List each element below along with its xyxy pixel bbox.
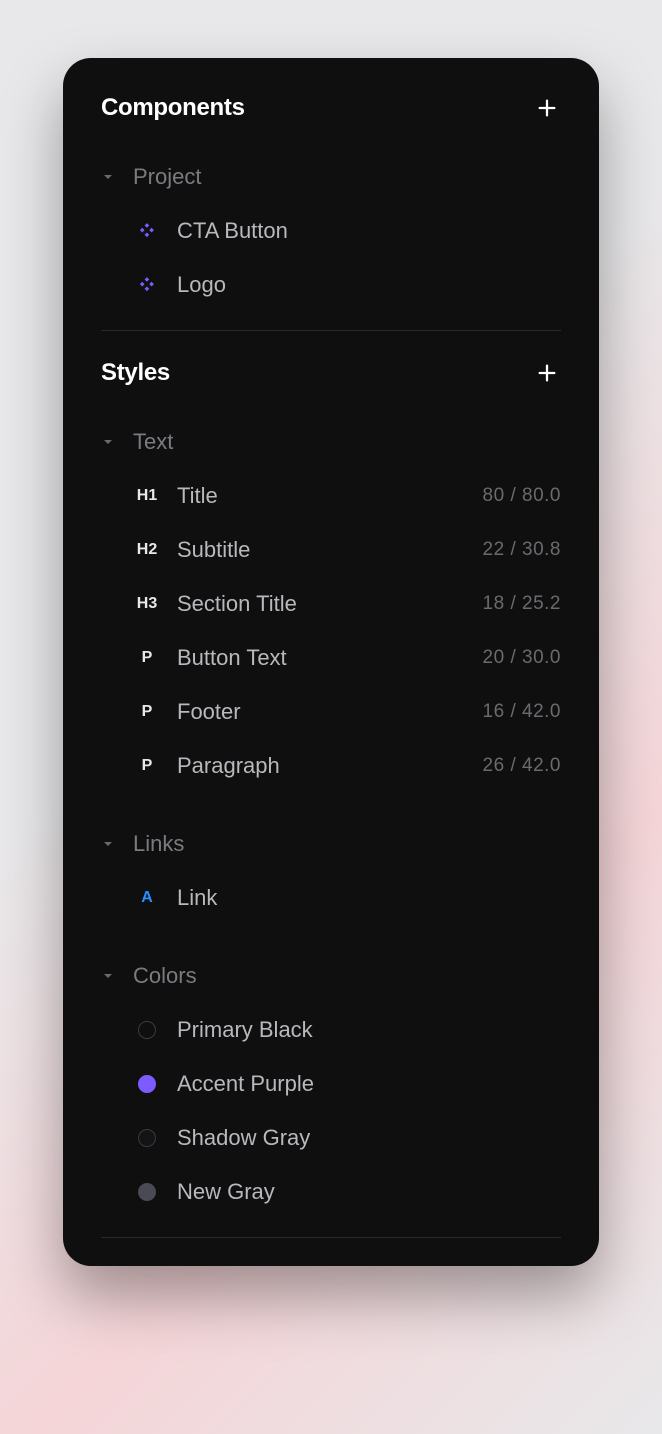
component-item-cta-button[interactable]: CTA Button <box>63 204 599 258</box>
component-group-project[interactable]: Project <box>63 150 599 204</box>
link-tag: A <box>135 889 159 907</box>
style-metrics: 80 / 80.0 <box>483 485 561 507</box>
chevron-down-icon <box>101 969 115 983</box>
component-item-label: CTA Button <box>177 218 561 244</box>
style-group-text[interactable]: Text <box>63 415 599 469</box>
color-style-shadow-gray[interactable]: Shadow Gray <box>63 1111 599 1165</box>
components-title: Components <box>101 94 245 122</box>
heading-tag: H2 <box>135 541 159 559</box>
styles-title: Styles <box>101 359 170 387</box>
link-style-link[interactable]: A Link <box>63 871 599 925</box>
component-icon <box>135 219 159 243</box>
chevron-down-icon <box>101 435 115 449</box>
heading-tag: H1 <box>135 487 159 505</box>
chevron-down-icon <box>101 837 115 851</box>
section-divider <box>101 330 561 331</box>
group-label: Colors <box>133 963 197 989</box>
style-label: Accent Purple <box>177 1071 561 1097</box>
text-style-subtitle[interactable]: H2 Subtitle 22 / 30.8 <box>63 523 599 577</box>
color-swatch <box>138 1129 156 1147</box>
section-divider <box>101 1237 561 1238</box>
style-metrics: 20 / 30.0 <box>483 647 561 669</box>
color-style-accent-purple[interactable]: Accent Purple <box>63 1057 599 1111</box>
add-style-button[interactable] <box>533 359 561 387</box>
text-style-footer[interactable]: P Footer 16 / 42.0 <box>63 685 599 739</box>
components-header: Components <box>63 94 599 122</box>
text-style-title[interactable]: H1 Title 80 / 80.0 <box>63 469 599 523</box>
style-label: Link <box>177 885 561 911</box>
style-metrics: 26 / 42.0 <box>483 755 561 777</box>
style-group-colors[interactable]: Colors <box>63 949 599 1003</box>
color-swatch <box>138 1183 156 1201</box>
style-label: Title <box>177 483 465 509</box>
plus-icon <box>536 97 558 119</box>
component-icon <box>135 273 159 297</box>
style-label: Section Title <box>177 591 465 617</box>
color-swatch <box>138 1021 156 1039</box>
style-label: Button Text <box>177 645 465 671</box>
design-panel: Components Project CTA Button Logo Style… <box>63 58 599 1266</box>
text-style-button-text[interactable]: P Button Text 20 / 30.0 <box>63 631 599 685</box>
chevron-down-icon <box>101 170 115 184</box>
style-label: Subtitle <box>177 537 465 563</box>
text-style-section-title[interactable]: H3 Section Title 18 / 25.2 <box>63 577 599 631</box>
style-label: Paragraph <box>177 753 465 779</box>
style-label: Shadow Gray <box>177 1125 561 1151</box>
plus-icon <box>536 362 558 384</box>
style-label: Footer <box>177 699 465 725</box>
add-component-button[interactable] <box>533 94 561 122</box>
style-metrics: 18 / 25.2 <box>483 593 561 615</box>
style-metrics: 22 / 30.8 <box>483 539 561 561</box>
group-label: Project <box>133 164 201 190</box>
group-label: Links <box>133 831 184 857</box>
color-style-new-gray[interactable]: New Gray <box>63 1165 599 1219</box>
heading-tag: H3 <box>135 595 159 613</box>
paragraph-tag: P <box>135 757 159 775</box>
color-swatch <box>138 1075 156 1093</box>
styles-header: Styles <box>63 359 599 387</box>
paragraph-tag: P <box>135 703 159 721</box>
text-style-paragraph[interactable]: P Paragraph 26 / 42.0 <box>63 739 599 793</box>
group-label: Text <box>133 429 173 455</box>
style-label: Primary Black <box>177 1017 561 1043</box>
paragraph-tag: P <box>135 649 159 667</box>
style-group-links[interactable]: Links <box>63 817 599 871</box>
style-metrics: 16 / 42.0 <box>483 701 561 723</box>
style-label: New Gray <box>177 1179 561 1205</box>
component-item-label: Logo <box>177 272 561 298</box>
component-item-logo[interactable]: Logo <box>63 258 599 312</box>
color-style-primary-black[interactable]: Primary Black <box>63 1003 599 1057</box>
